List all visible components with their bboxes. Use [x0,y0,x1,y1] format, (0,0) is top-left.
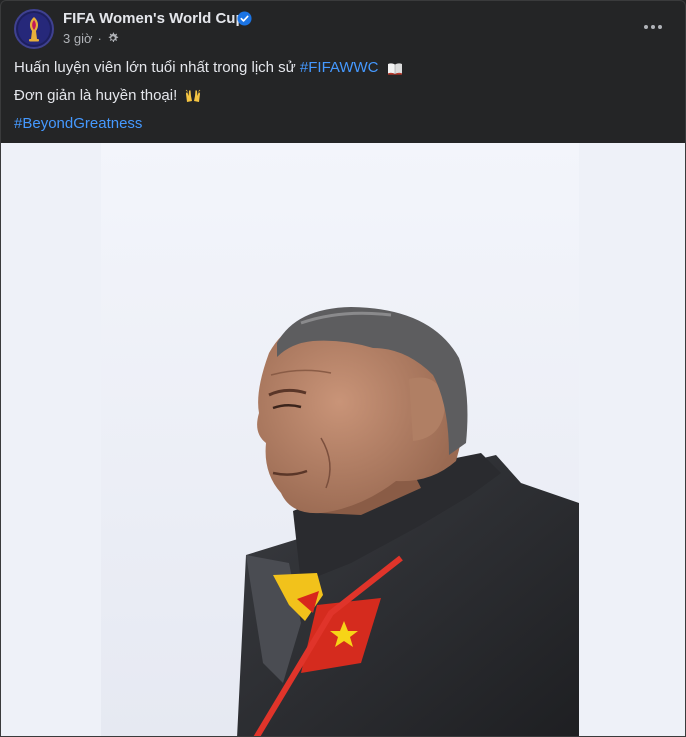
hashtag-beyondgreatness[interactable]: #BeyondGreatness [14,115,142,132]
caption-text-1: Huấn luyện viên lớn tuổi nhất trong lịch… [14,59,296,76]
post-caption: Huấn luyện viên lớn tuổi nhất trong lịch… [14,58,654,142]
facebook-post: FIFA Women's World Cup 3 giờ · Huấn luyệ… [0,0,686,737]
page-avatar[interactable] [14,9,54,49]
post-timestamp[interactable]: 3 giờ [63,31,93,46]
coach-portrait-photo [1,143,685,736]
caption-line-1: Huấn luyện viên lớn tuổi nhất trong lịch… [14,58,654,78]
post-meta: 3 giờ · [63,30,119,46]
hashtag-fifawwc[interactable]: #FIFAWWC [300,59,379,76]
post-header: FIFA Women's World Cup 3 giờ · [1,1,685,57]
meta-separator: · [97,30,102,46]
settings-gear-icon[interactable] [107,32,119,44]
more-options-button[interactable] [639,15,667,39]
post-photo[interactable] [1,143,685,736]
caption-line-2: Đơn giản là huyền thoại! [14,86,654,106]
more-options-dot [651,25,655,29]
more-options-dot [658,25,662,29]
caption-line-3: #BeyondGreatness [14,114,654,134]
caption-text-2: Đơn giản là huyền thoại! [14,87,178,104]
raised-hands-emoji [186,89,201,103]
verified-badge-icon [237,11,252,26]
page-name[interactable]: FIFA Women's World Cup [63,10,245,27]
more-options-icon [644,25,648,29]
open-book-emoji [387,62,402,75]
fifa-trophy-logo-icon [18,13,50,45]
